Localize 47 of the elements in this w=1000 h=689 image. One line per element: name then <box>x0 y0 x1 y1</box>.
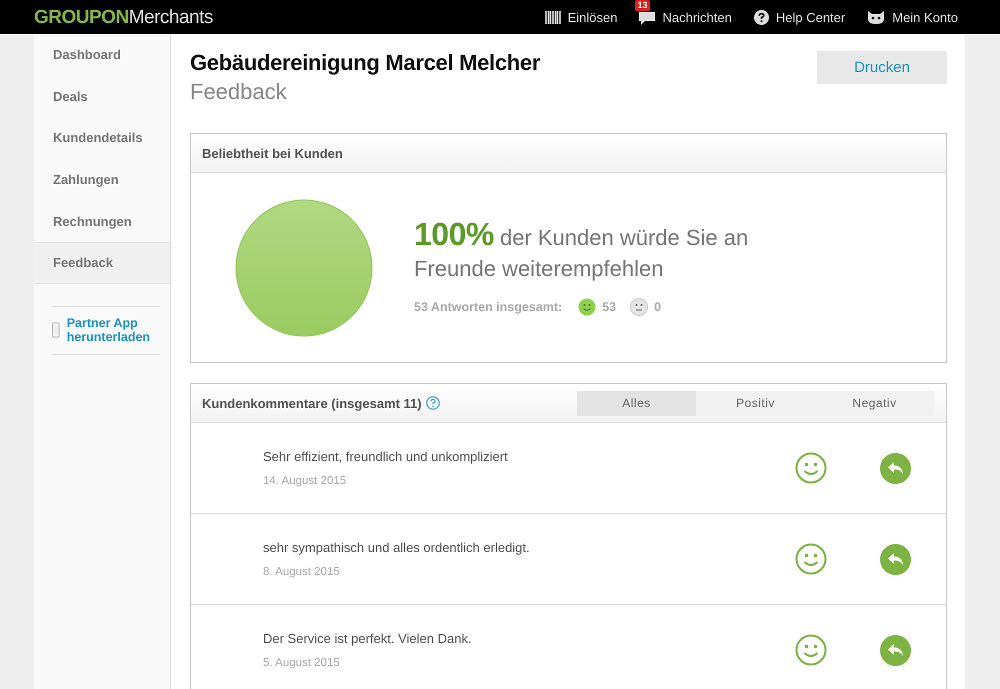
recommendation-text: 100% der Kunden würde Sie an Freunde weiterempfehlen <box>414 219 750 283</box>
neutral-count: 0 <box>654 300 662 314</box>
barcode-icon <box>544 10 561 24</box>
responses-label: 53 Antworten insgesamt: <box>414 300 562 314</box>
card-title: Kundenkommentare (insgesamt 11) <box>202 396 422 410</box>
nav-link[interactable]: Mein Konto <box>892 10 958 24</box>
filter-tab[interactable]: Positiv <box>696 390 815 416</box>
app-download-link[interactable]: Partner App herunterladen <box>66 316 160 344</box>
nav-link[interactable]: Help Center <box>776 10 846 24</box>
reply-arrow-icon <box>888 461 904 475</box>
filter-tab[interactable]: Alles <box>577 390 696 416</box>
comment-date: 8. August 2015 <box>263 566 341 578</box>
reply-arrow-icon <box>888 643 904 657</box>
card-title: Beliebtheit bei Kunden <box>202 146 343 160</box>
comment-date: 14. August 2015 <box>263 475 348 487</box>
logo[interactable]: GROUPONMerchants <box>34 8 213 26</box>
speech-bubble-icon <box>639 9 656 25</box>
page-subtitle: Feedback <box>190 79 288 105</box>
sidebar-item[interactable]: Deals <box>34 76 170 118</box>
reply-button[interactable] <box>880 544 911 574</box>
comment-text: Sehr effizient, freundlich und unkompliziert <box>263 449 509 464</box>
sidebar-item[interactable]: Rechnungen <box>34 200 170 242</box>
smiley-icon <box>795 543 827 575</box>
help-icon <box>754 10 769 24</box>
nav-link[interactable]: Nachrichten <box>662 10 732 24</box>
neutral-face-icon <box>630 298 648 316</box>
reply-arrow-icon <box>888 552 904 566</box>
reply-button[interactable] <box>880 452 911 484</box>
comment-text: sehr sympathisch und alles ordentlich erledigt. <box>263 540 531 555</box>
positive-count: 53 <box>602 300 616 314</box>
filter-tab[interactable]: Negativ <box>815 390 934 416</box>
sidebar-item[interactable]: Dashboard <box>34 34 170 76</box>
sidebar-item[interactable]: Feedback <box>34 242 170 284</box>
reply-button[interactable] <box>880 634 911 666</box>
sidebar-item[interactable]: Kundendetails <box>34 117 170 160</box>
cat-face-icon <box>867 10 886 24</box>
notification-badge: 13 <box>635 0 650 11</box>
help-icon[interactable] <box>426 396 440 410</box>
print-button[interactable]: Drucken <box>817 51 947 84</box>
smiley-icon <box>795 452 827 484</box>
smiley-icon <box>578 298 596 316</box>
smiley-icon <box>795 634 827 666</box>
comment-date: 5. August 2015 <box>263 657 341 669</box>
page-title: Gebäudereinigung Marcel Melcher <box>190 50 540 76</box>
nav-link[interactable]: Einlösen <box>568 10 618 24</box>
sidebar-item[interactable]: Zahlungen <box>34 159 170 201</box>
comment-text: Der Service ist perfekt. Vielen Dank. <box>263 631 473 646</box>
